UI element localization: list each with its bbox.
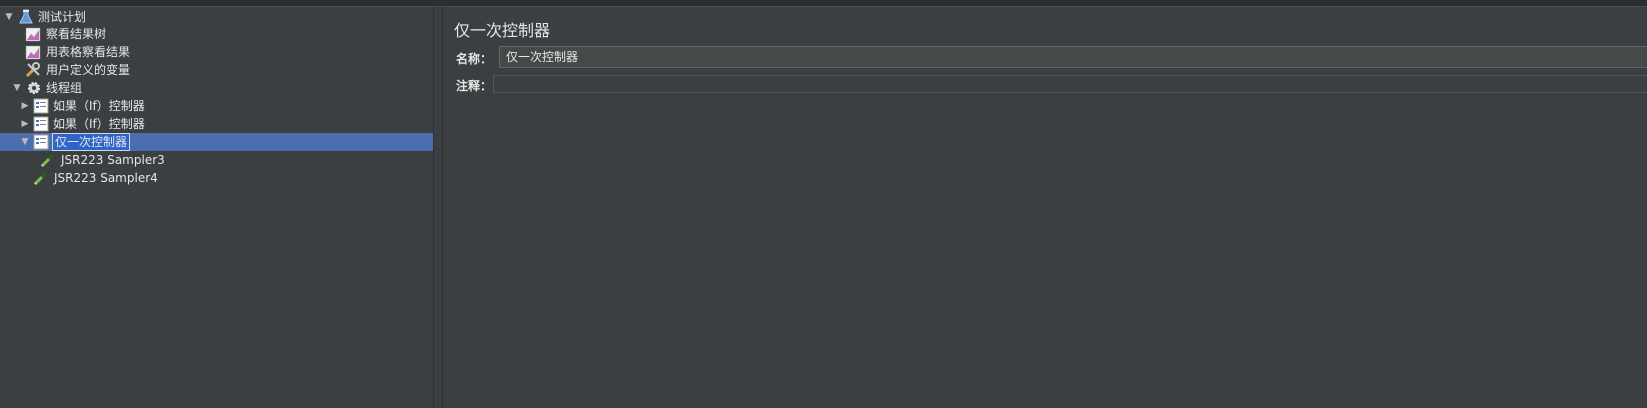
test-plan-tree: ▼ 测试计划 察看结果树 用表格察看结果 用户定义的变量 ▼ 线程组 ▶ 如果（… <box>0 7 433 408</box>
controller-icon <box>33 98 49 114</box>
name-field[interactable]: 仅一次控制器 <box>499 46 1647 68</box>
tree-list: ▼ 测试计划 察看结果树 用表格察看结果 用户定义的变量 ▼ 线程组 ▶ 如果（… <box>0 7 433 187</box>
tree-item-view-results-table[interactable]: 用表格察看结果 <box>0 43 433 61</box>
tree-item-thread-group[interactable]: ▼ 线程组 <box>0 79 433 97</box>
wrench-icon <box>25 62 41 78</box>
chart-icon <box>25 26 41 42</box>
chart-icon <box>25 44 41 60</box>
tree-item-view-results-tree[interactable]: 察看结果树 <box>0 25 433 43</box>
comment-label: 注释： <box>456 79 493 93</box>
tree-item-if-controller[interactable]: ▶ 如果（If）控制器 <box>0 115 433 133</box>
tree-item-test-plan[interactable]: ▼ 测试计划 <box>0 8 433 26</box>
tree-item-label: 如果（If）控制器 <box>53 99 145 113</box>
name-label: 名称： <box>456 52 493 66</box>
comment-field[interactable] <box>493 75 1647 93</box>
flask-icon <box>18 9 34 25</box>
tree-item-user-defined-variables[interactable]: 用户定义的变量 <box>0 61 433 79</box>
tree-item-once-only-controller[interactable]: ▼ 仅一次控制器 <box>0 133 433 151</box>
tree-item-label: 测试计划 <box>38 10 87 24</box>
pane-splitter[interactable] <box>433 7 443 408</box>
pipette-icon <box>40 152 56 168</box>
tree-item-jsr223-sampler4[interactable]: JSR223 Sampler4 <box>0 169 433 187</box>
controller-icon <box>33 116 49 132</box>
gear-icon <box>26 80 42 96</box>
tree-item-label: JSR223 Sampler3 <box>61 153 165 167</box>
expand-toggle-icon[interactable]: ▼ <box>20 133 30 151</box>
tree-item-jsr223-sampler3[interactable]: JSR223 Sampler3 <box>0 151 433 169</box>
controller-icon <box>33 134 49 150</box>
tree-item-label: 用表格察看结果 <box>46 45 131 59</box>
pipette-icon <box>33 170 49 186</box>
expand-toggle-icon[interactable]: ▼ <box>4 8 14 26</box>
tree-item-label: JSR223 Sampler4 <box>54 171 158 185</box>
expand-toggle-icon[interactable]: ▼ <box>12 79 22 97</box>
tree-item-label: 察看结果树 <box>46 27 107 41</box>
tree-item-label: 如果（If）控制器 <box>53 117 145 131</box>
page-title: 仅一次控制器 <box>454 21 551 40</box>
tree-item-label: 用户定义的变量 <box>46 63 131 77</box>
tree-item-label: 仅一次控制器 <box>51 133 131 151</box>
collapsed-toggle-icon[interactable]: ▶ <box>20 97 30 115</box>
collapsed-toggle-icon[interactable]: ▶ <box>20 115 30 133</box>
tree-item-if-controller[interactable]: ▶ 如果（If）控制器 <box>0 97 433 115</box>
controller-panel: 仅一次控制器 名称： 仅一次控制器 注释： <box>443 7 1647 408</box>
tree-item-label: 线程组 <box>46 81 83 95</box>
toolbar-edge <box>0 0 1647 7</box>
